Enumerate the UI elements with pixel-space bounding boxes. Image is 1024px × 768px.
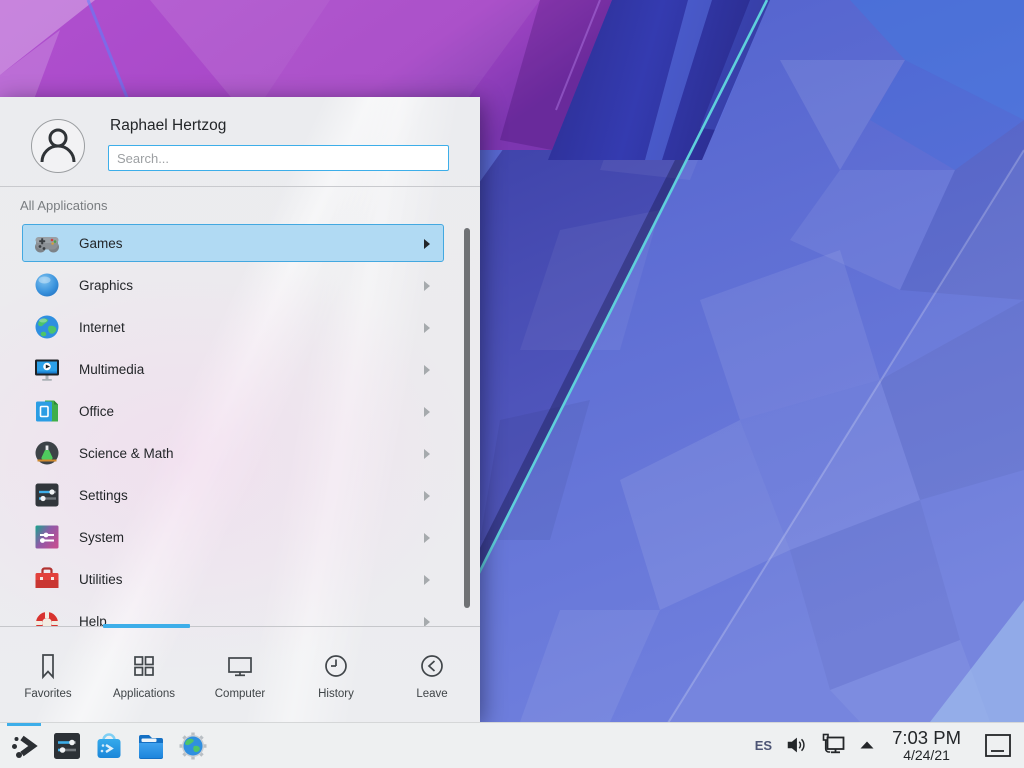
network-icon[interactable] (820, 733, 846, 757)
submenu-arrow-icon (423, 616, 431, 626)
tab-label: History (318, 688, 354, 700)
list-scrollbar[interactable] (464, 228, 470, 608)
submenu-arrow-icon (423, 532, 431, 544)
menu-item-label: Utilities (79, 572, 123, 587)
volume-icon[interactable] (785, 734, 807, 756)
menu-item-utilities[interactable]: Utilities (22, 560, 444, 598)
user-avatar[interactable] (31, 119, 85, 173)
submenu-arrow-icon (423, 406, 431, 418)
menu-item-settings[interactable]: Settings (22, 476, 444, 514)
browser-globe-gear-icon (177, 730, 209, 762)
menu-item-office[interactable]: Office (22, 392, 444, 430)
menu-item-science-math[interactable]: Science & Math (22, 434, 444, 472)
tab-label: Leave (416, 688, 447, 700)
launcher-tab-bar: Favorites Applications Computer (0, 631, 480, 719)
active-task-indicator (7, 723, 41, 726)
tab-leave[interactable]: Leave (384, 631, 480, 719)
menu-item-system[interactable]: System (22, 518, 444, 556)
submenu-arrow-icon (423, 238, 431, 250)
discover-button[interactable] (88, 723, 130, 768)
show-desktop-button[interactable] (984, 733, 1012, 758)
header-divider (0, 186, 480, 187)
active-tab-indicator (103, 624, 190, 628)
globe-icon (33, 313, 61, 341)
menu-item-label: Office (79, 404, 114, 419)
system-tray: ES 7:03 PM 4/24/21 (755, 728, 1024, 762)
menu-item-games[interactable]: Games (22, 224, 444, 262)
folder-icon (135, 730, 167, 762)
system-sliders-icon (33, 523, 61, 551)
tab-favorites[interactable]: Favorites (0, 631, 96, 719)
menu-item-label: Settings (79, 488, 128, 503)
taskbar-panel: ES 7:03 PM 4/24/21 (0, 722, 1024, 768)
application-launcher-popup: Raphael Hertzog All Applications Games (0, 97, 480, 722)
sliders-icon (33, 481, 61, 509)
grid-icon (129, 651, 159, 681)
discover-icon (93, 730, 125, 762)
submenu-arrow-icon (423, 364, 431, 376)
menu-item-internet[interactable]: Internet (22, 308, 444, 346)
tab-applications[interactable]: Applications (96, 631, 192, 719)
gamepad-icon (33, 229, 61, 257)
footer-divider (0, 626, 480, 627)
user-icon (32, 120, 84, 172)
section-label: All Applications (20, 198, 107, 213)
monitor-play-icon (33, 355, 61, 383)
menu-item-multimedia[interactable]: Multimedia (22, 350, 444, 388)
menu-item-label: Internet (79, 320, 125, 335)
tab-label: Favorites (24, 688, 71, 700)
menu-item-label: Graphics (79, 278, 133, 293)
menu-item-help[interactable]: Help (22, 602, 444, 626)
sphere-icon (33, 271, 61, 299)
computer-icon (225, 651, 255, 681)
menu-item-label: Science & Math (79, 446, 174, 461)
search-input[interactable] (108, 145, 449, 171)
flask-icon (33, 439, 61, 467)
bookmark-icon (33, 651, 63, 681)
clock-date: 4/24/21 (892, 748, 961, 763)
system-settings-icon (51, 730, 83, 762)
toolbox-icon (33, 565, 61, 593)
user-name: Raphael Hertzog (110, 117, 226, 135)
submenu-arrow-icon (423, 322, 431, 334)
clock-time: 7:03 PM (892, 728, 961, 747)
tab-label: Applications (113, 688, 175, 700)
launcher-header: Raphael Hertzog (0, 97, 480, 186)
application-launcher-button[interactable] (4, 723, 46, 768)
keyboard-layout-indicator[interactable]: ES (755, 738, 772, 753)
tray-expander-icon[interactable] (859, 740, 875, 750)
category-list: Games Graphics Internet (0, 224, 480, 626)
taskbar-launchers (0, 723, 214, 768)
lifebuoy-icon (33, 607, 61, 626)
digital-clock[interactable]: 7:03 PM 4/24/21 (892, 728, 961, 762)
tab-computer[interactable]: Computer (192, 631, 288, 719)
menu-item-label: Multimedia (79, 362, 144, 377)
clock-icon (321, 651, 351, 681)
file-manager-button[interactable] (130, 723, 172, 768)
menu-item-label: Games (79, 236, 123, 251)
submenu-arrow-icon (423, 448, 431, 460)
submenu-arrow-icon (423, 574, 431, 586)
documents-icon (33, 397, 61, 425)
web-browser-button[interactable] (172, 723, 214, 768)
tab-label: Computer (215, 688, 266, 700)
kde-launcher-icon (9, 730, 41, 762)
menu-item-label: System (79, 530, 124, 545)
menu-item-graphics[interactable]: Graphics (22, 266, 444, 304)
system-settings-button[interactable] (46, 723, 88, 768)
submenu-arrow-icon (423, 280, 431, 292)
submenu-arrow-icon (423, 490, 431, 502)
tab-history[interactable]: History (288, 631, 384, 719)
leave-icon (417, 651, 447, 681)
